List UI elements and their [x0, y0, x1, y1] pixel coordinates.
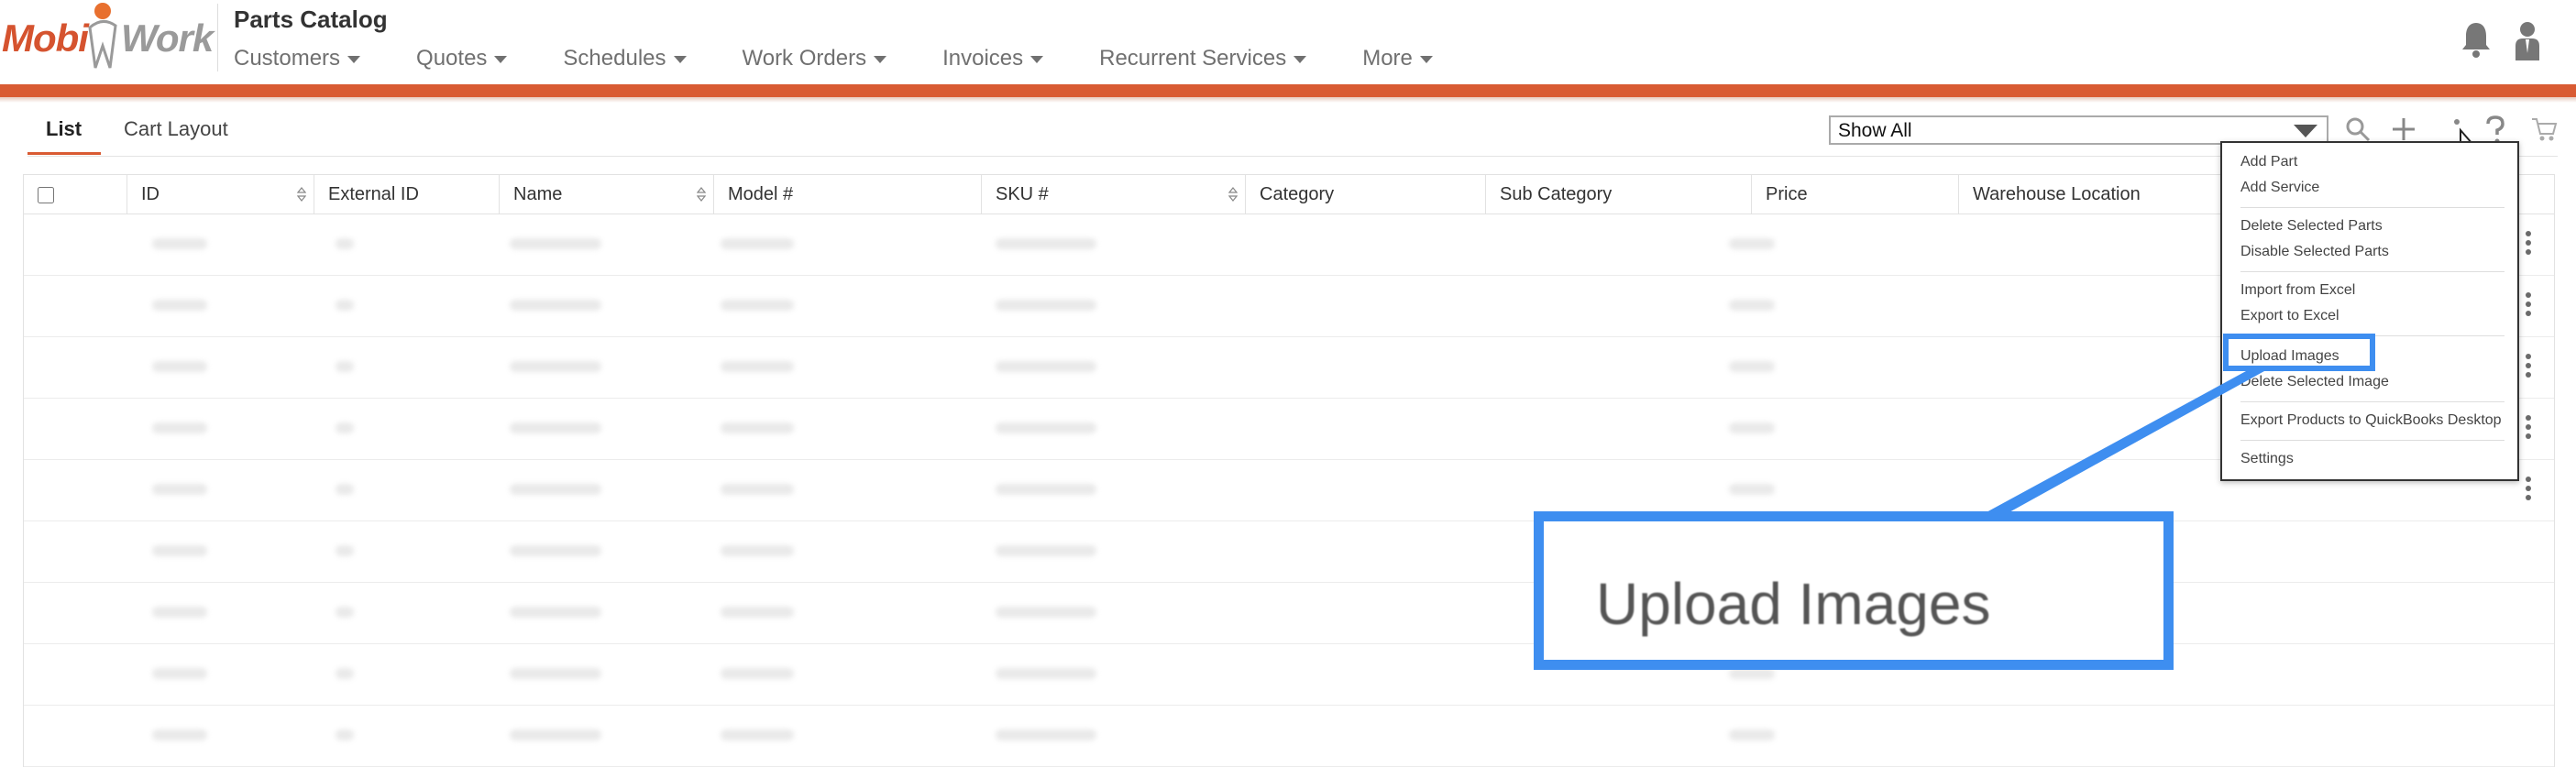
upload-images-highlight: [2223, 334, 2375, 371]
upload-images-callout: Upload Images: [1534, 511, 2174, 670]
callout-label: Upload Images: [1596, 571, 1991, 637]
callout-connector: [1985, 371, 2264, 513]
